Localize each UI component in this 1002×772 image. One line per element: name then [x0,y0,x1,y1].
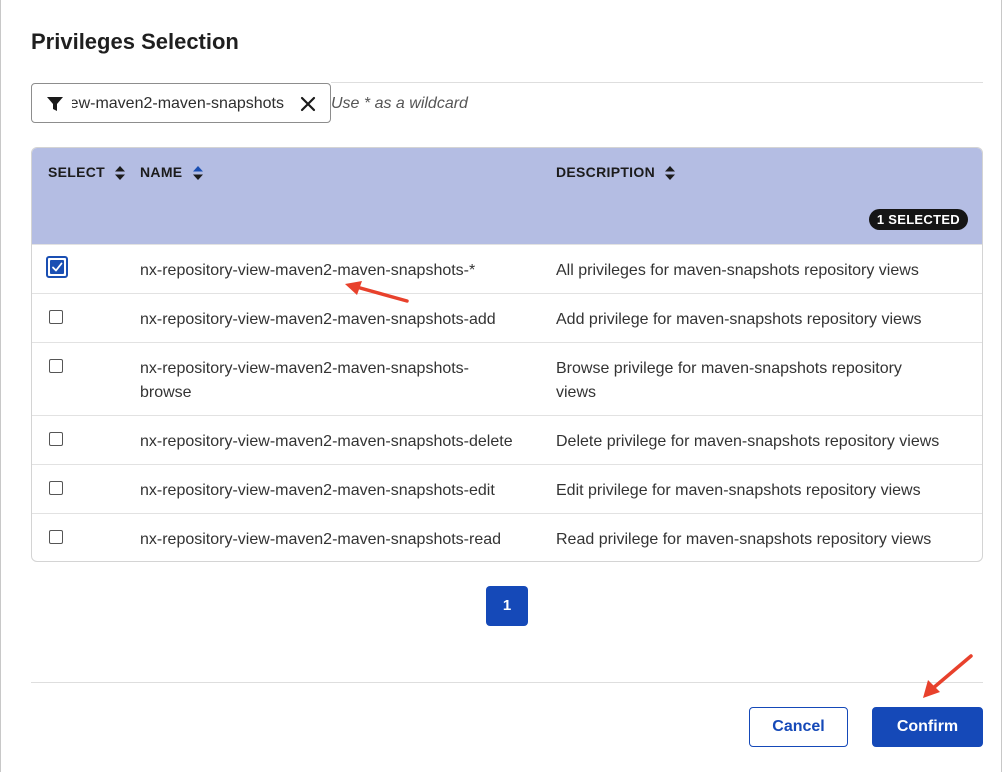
table-row[interactable]: nx-repository-view-maven2-maven-snapshot… [32,293,982,342]
confirm-button[interactable]: Confirm [872,707,983,747]
column-header-select-label: SELECT [48,164,106,180]
footer-divider [31,682,983,683]
row-description: Add privilege for maven-snapshots reposi… [556,311,922,328]
table-row[interactable]: nx-repository-view-maven2-maven-snapshot… [32,244,982,293]
cancel-button[interactable]: Cancel [749,707,848,747]
privileges-selection-dialog: Privileges Selection nx-repository-view-… [0,0,1002,772]
sort-icon [115,166,126,181]
row-description: All privileges for maven-snapshots repos… [556,262,919,279]
dialog-title: Privileges Selection [31,29,239,54]
row-checkbox[interactable] [49,481,63,495]
column-header-name[interactable]: NAME [140,164,203,181]
row-checkbox[interactable] [49,432,63,446]
table-row[interactable]: nx-repository-view-maven2-maven-snapshot… [32,513,982,561]
row-name: nx-repository-view-maven2-maven-snapshot… [140,360,470,401]
row-name: nx-repository-view-maven2-maven-snapshot… [140,482,495,499]
title-divider [331,82,983,83]
table-row[interactable]: nx-repository-view-maven2-maven-snapshot… [32,415,982,464]
column-header-description-label: DESCRIPTION [556,164,655,180]
filter-icon [47,97,63,111]
close-icon[interactable] [300,96,316,112]
annotation-arrow-icon [345,281,409,303]
row-name: nx-repository-view-maven2-maven-snapshot… [140,311,496,328]
filter-value[interactable]: nx-repository-view-maven2-maven-snapshot… [72,95,284,113]
table-row[interactable]: nx-repository-view-maven2-maven-snapshot… [32,464,982,513]
sort-icon [665,166,676,181]
sort-ascending-icon [192,166,203,181]
row-checkbox[interactable] [49,530,63,544]
column-header-description[interactable]: DESCRIPTION [556,164,676,181]
privileges-table: SELECT NAME DESCRIPTION 1 SELECTED nx-re… [31,147,983,562]
row-name: nx-repository-view-maven2-maven-snapshot… [140,531,502,548]
row-checkbox[interactable] [49,310,63,324]
row-description: Edit privilege for maven-snapshots repos… [556,482,921,499]
filter-hint: Use * as a wildcard [331,95,468,112]
filter-input[interactable]: nx-repository-view-maven2-maven-snapshot… [31,83,331,123]
table-header: SELECT NAME DESCRIPTION 1 SELECTED [32,148,982,244]
column-header-name-label: NAME [140,164,183,180]
row-name: nx-repository-view-maven2-maven-snapshot… [140,433,513,450]
row-checkbox-checked[interactable] [46,256,68,278]
checkmark-icon [52,262,63,272]
column-header-select[interactable]: SELECT [48,164,126,181]
table-row[interactable]: nx-repository-view-maven2-maven-snapshot… [32,342,982,415]
row-description: Browse privilege for maven-snapshots rep… [556,360,902,401]
row-description: Delete privilege for maven-snapshots rep… [556,433,940,450]
row-checkbox[interactable] [49,359,63,373]
pagination-page-button[interactable]: 1 [486,586,528,626]
row-description: Read privilege for maven-snapshots repos… [556,531,932,548]
annotation-arrow-icon [923,654,973,698]
selected-count-badge: 1 SELECTED [868,209,968,230]
